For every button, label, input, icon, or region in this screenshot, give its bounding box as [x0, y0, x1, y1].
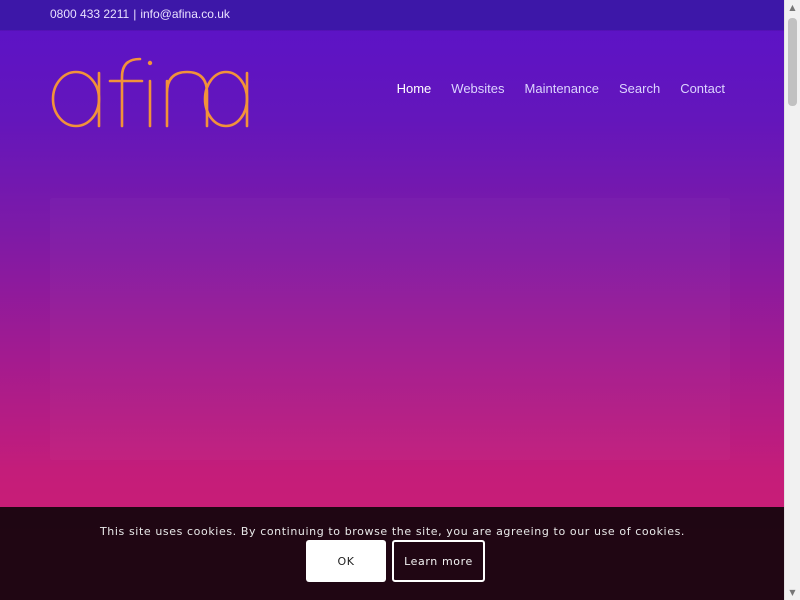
phone-link[interactable]: 0800 433 2211: [50, 7, 129, 21]
contact-line: 0800 433 2211 | info@afina.co.uk: [50, 7, 230, 21]
main-nav: Home Websites Maintenance Search Contact: [397, 81, 725, 96]
email-link[interactable]: info@afina.co.uk: [140, 7, 230, 21]
top-contact-bar: 0800 433 2211 | info@afina.co.uk: [0, 0, 785, 30]
cookie-ok-button[interactable]: OK: [306, 540, 386, 582]
cookie-learn-more-button[interactable]: Learn more: [392, 540, 485, 582]
page-scrollbar[interactable]: ▲ ▼: [784, 0, 800, 600]
nav-maintenance[interactable]: Maintenance: [525, 81, 599, 96]
cookie-consent-bar: This site uses cookies. By continuing to…: [0, 507, 785, 600]
scroll-up-arrow-icon[interactable]: ▲: [785, 0, 800, 15]
hero-image-area: [50, 198, 730, 460]
afina-logo[interactable]: [50, 55, 255, 130]
contact-separator: |: [133, 7, 137, 21]
nav-contact[interactable]: Contact: [680, 81, 725, 96]
nav-websites[interactable]: Websites: [451, 81, 504, 96]
cookie-message: This site uses cookies. By continuing to…: [99, 525, 685, 538]
nav-search[interactable]: Search: [619, 81, 660, 96]
nav-home[interactable]: Home: [397, 81, 432, 96]
scroll-down-arrow-icon[interactable]: ▼: [785, 585, 800, 600]
scrollbar-thumb[interactable]: [788, 18, 797, 106]
afina-logo-mark: [51, 57, 249, 128]
page: 0800 433 2211 | info@afina.co.uk Home We…: [0, 0, 785, 600]
